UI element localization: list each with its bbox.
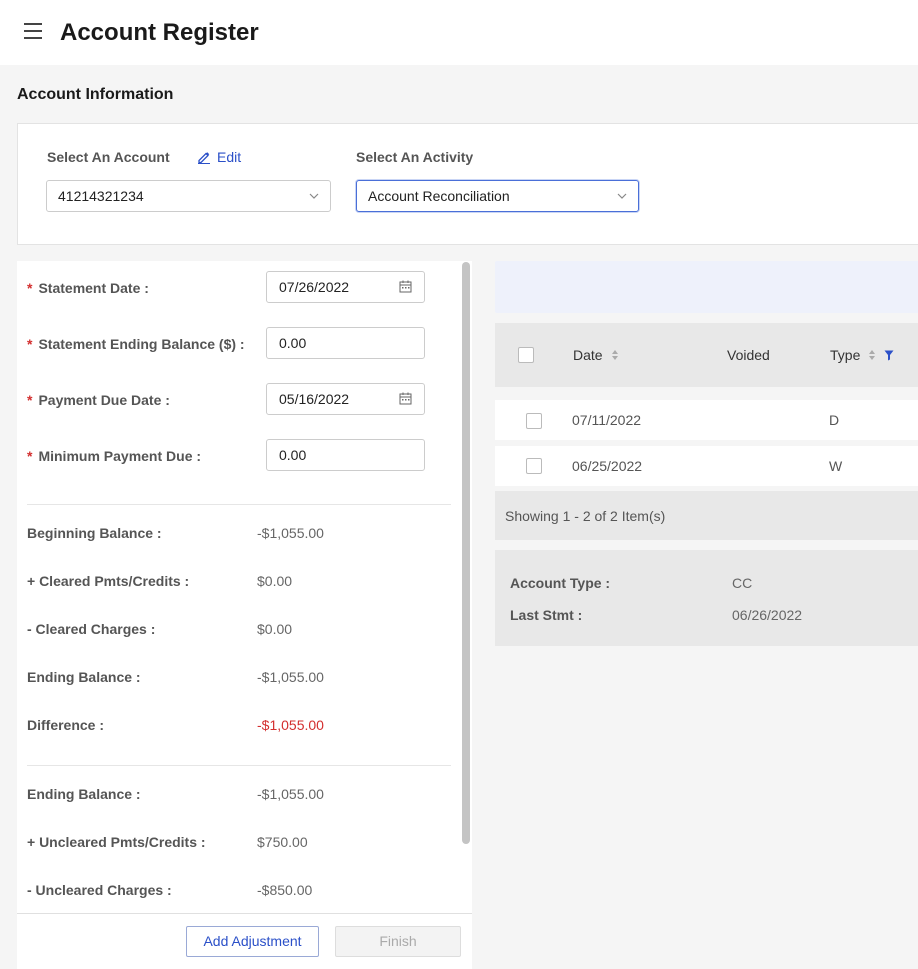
hamburger-menu-icon[interactable] [24,23,42,39]
divider [27,765,451,766]
row-checkbox[interactable] [526,413,542,429]
uncleared-credits-label: + Uncleared Pmts/Credits : [27,834,206,850]
scrollbar-thumb[interactable] [462,262,470,844]
ending-balance-input[interactable]: 0.00 [266,327,425,359]
add-adjustment-button[interactable]: Add Adjustment [186,926,319,957]
uncleared-charges-label: - Uncleared Charges : [27,882,172,898]
last-stmt-label: Last Stmt : [510,607,583,623]
statement-date-label: * Statement Date : [27,280,149,296]
activity-select[interactable]: Account Reconciliation [356,180,639,212]
grid-header: Date Voided Type [495,323,918,387]
row-date: 07/11/2022 [572,412,642,428]
chevron-down-icon [617,193,627,199]
calendar-icon[interactable] [399,280,412,293]
pagination-info: Showing 1 - 2 of 2 Item(s) [505,508,666,524]
panel-footer: Add Adjustment Finish [17,913,472,969]
ending-balance-summary-label: Ending Balance : [27,669,141,685]
sort-icon[interactable] [611,349,619,361]
edit-account-link[interactable]: Edit [197,149,241,165]
row-type: W [829,458,843,474]
cleared-charges-label: - Cleared Charges : [27,621,156,637]
page-title: Account Register [60,19,259,46]
chevron-down-icon [309,193,319,199]
account-type-label: Account Type : [510,575,611,591]
column-voided[interactable]: Voided [727,347,770,363]
cleared-credits-label: + Cleared Pmts/Credits : [27,573,190,589]
column-date[interactable]: Date [573,347,619,363]
activity-select-value: Account Reconciliation [368,188,510,204]
beginning-balance-label: Beginning Balance : [27,525,162,541]
table-row[interactable]: 06/25/2022 W [495,446,918,486]
edit-label: Edit [217,149,242,165]
select-activity-label: Select An Activity [356,149,474,165]
finish-button[interactable]: Finish [335,926,461,957]
ending-balance-2-label: Ending Balance : [27,786,141,802]
account-select-value: 41214321234 [58,188,144,204]
grid-footer: Showing 1 - 2 of 2 Item(s) [495,491,918,540]
payment-due-label: * Payment Due Date : [27,392,170,408]
table-row[interactable]: 07/11/2022 D [495,400,918,440]
min-payment-input[interactable]: 0.00 [266,439,425,471]
beginning-balance-value: -$1,055.00 [257,525,324,541]
cleared-credits-value: $0.00 [257,573,293,589]
account-details: Account Type : CC Last Stmt : 06/26/2022 [495,550,918,646]
filter-icon[interactable] [884,350,894,361]
uncleared-charges-value: -$850.00 [257,882,313,898]
reconciliation-panel: * Statement Date : 07/26/2022 * Statement … [17,261,472,967]
ending-balance-label: * Statement Ending Balance ($) : [27,336,245,352]
row-type: D [829,412,840,428]
account-type-value: CC [732,575,753,591]
ending-balance-summary-value: -$1,055.00 [257,669,324,685]
ending-balance-2-value: -$1,055.00 [257,786,324,802]
account-info-card: Select An Account Edit 41214321234 Selec… [17,123,918,245]
cleared-charges-value: $0.00 [257,621,293,637]
sort-icon[interactable] [868,349,876,361]
divider [27,504,451,505]
payment-due-input[interactable]: 05/16/2022 [266,383,425,415]
min-payment-label: * Minimum Payment Due : [27,448,202,464]
section-title: Account Information [17,86,174,103]
pencil-icon [198,152,210,164]
uncleared-credits-value: $750.00 [257,834,308,850]
calendar-icon[interactable] [399,392,412,405]
account-select[interactable]: 41214321234 [46,180,331,212]
difference-label: Difference : [27,717,105,733]
row-date: 06/25/2022 [572,458,643,474]
column-type[interactable]: Type [830,347,894,363]
statement-date-input[interactable]: 07/26/2022 [266,271,425,303]
info-banner [495,261,918,313]
last-stmt-value: 06/26/2022 [732,607,803,623]
select-account-label: Select An Account [47,149,170,165]
select-all-checkbox[interactable] [518,347,534,363]
row-checkbox[interactable] [526,458,542,474]
difference-value: -$1,055.00 [257,717,324,733]
top-bar: Account Register [0,0,918,65]
